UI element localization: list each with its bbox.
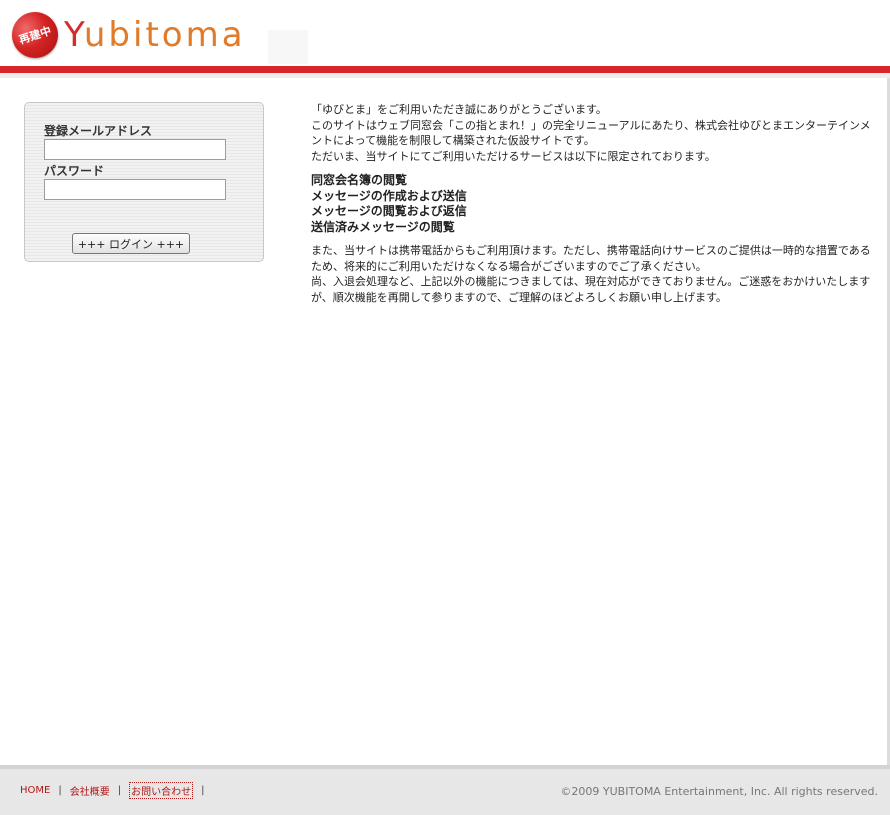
feature-item: メッセージの作成および送信 bbox=[311, 188, 467, 203]
intro-line: ただいま、当サイトにてご利用いただけるサービスは以下に限定されております。 bbox=[311, 149, 716, 163]
password-label: パスワード bbox=[44, 164, 105, 178]
email-field[interactable] bbox=[44, 139, 226, 160]
notes-text: また、当サイトは携帯電話からもご利用頂けます。ただし、携帯電話向けサービスのご提… bbox=[311, 243, 871, 305]
site-logo[interactable]: 再建中 Yubitoma bbox=[6, 6, 246, 64]
site-footer: HOME | 会社概要 | お問い合わせ | ©2009 YUBITOMA En… bbox=[0, 765, 890, 815]
rebuilding-badge-icon: 再建中 bbox=[6, 6, 64, 64]
main-content: 「ゆびとま」をご利用いただき誠にありがとうございます。 このサイトはウェブ同窓会… bbox=[311, 102, 871, 305]
copyright: ©2009 YUBITOMA Entertainment, Inc. All r… bbox=[560, 785, 878, 798]
feature-item: 送信済みメッセージの閲覧 bbox=[311, 219, 455, 234]
header-decoration bbox=[268, 30, 308, 64]
brand-rest: ubitoma bbox=[83, 15, 246, 55]
footer-separator: | bbox=[58, 785, 62, 796]
brand-initial: Y bbox=[64, 15, 84, 55]
footer-nav: HOME | 会社概要 | お問い合わせ | bbox=[20, 782, 212, 799]
site-header: 再建中 Yubitoma bbox=[0, 0, 890, 66]
login-panel: 登録メールアドレス パスワード +++ ログイン +++ bbox=[24, 102, 264, 262]
intro-text: 「ゆびとま」をご利用いただき誠にありがとうございます。 このサイトはウェブ同窓会… bbox=[311, 102, 871, 164]
header-red-bar bbox=[0, 66, 890, 73]
footer-separator: | bbox=[117, 785, 122, 796]
feature-item: メッセージの閲覧および返信 bbox=[311, 204, 467, 218]
badge-text: 再建中 bbox=[17, 24, 53, 47]
intro-line: 「ゆびとま」をご利用いただき誠にありがとうございます。 bbox=[311, 103, 607, 116]
footer-separator: | bbox=[201, 785, 205, 796]
header-divider bbox=[0, 73, 890, 78]
password-field[interactable] bbox=[44, 179, 226, 200]
footer-link-home[interactable]: HOME bbox=[20, 785, 50, 796]
intro-line: このサイトはウェブ同窓会「この指とまれ！」の完全リニューアルにあたり、株式会社ゆ… bbox=[311, 118, 871, 148]
login-button[interactable]: +++ ログイン +++ bbox=[72, 233, 190, 254]
footer-link-company[interactable]: 会社概要 bbox=[70, 783, 110, 798]
note-paragraph: 尚、入退会処理など、上記以外の機能につきましては、現在対応ができておりません。ご… bbox=[311, 275, 871, 304]
footer-link-contact[interactable]: お問い合わせ bbox=[129, 782, 194, 799]
email-label: 登録メールアドレス bbox=[44, 124, 153, 138]
brand-wordmark: Yubitoma bbox=[64, 18, 246, 52]
feature-list: 同窓会名簿の閲覧 メッセージの作成および送信 メッセージの閲覧および返信 送信済… bbox=[311, 173, 871, 235]
note-paragraph: また、当サイトは携帯電話からもご利用頂けます。ただし、携帯電話向けサービスのご提… bbox=[311, 244, 871, 273]
feature-item: 同窓会名簿の閲覧 bbox=[311, 173, 408, 187]
